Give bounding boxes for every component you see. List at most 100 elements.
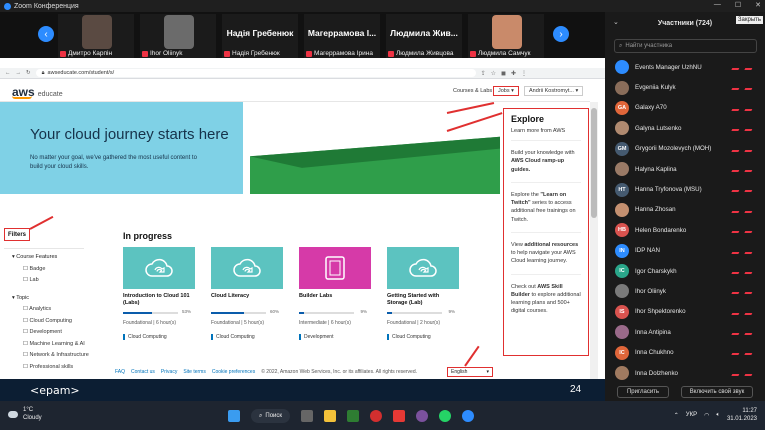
mic-muted-icon[interactable] <box>731 226 742 234</box>
mic-muted-icon[interactable] <box>731 63 742 70</box>
video-off-icon[interactable] <box>744 287 755 295</box>
participant-row[interactable]: IS Ihor Shpektorenko <box>605 302 765 322</box>
maximize-icon[interactable]: ☐ <box>735 1 741 9</box>
course-card[interactable]: Cloud Literacy 60% Foundational | 5 hour… <box>211 247 283 350</box>
participant-row[interactable]: GA Galaxy A70 <box>605 98 765 118</box>
menu-icon[interactable]: ⋮ <box>521 70 527 77</box>
filter-option[interactable]: ☐ Network & Infrastructure <box>12 352 89 364</box>
footer-link-contact[interactable]: Contact us <box>131 369 155 375</box>
weather-widget[interactable]: 1°C Cloudy <box>8 407 42 423</box>
filter-group-topic[interactable]: ▾ Topic <box>12 295 89 307</box>
video-off-icon[interactable] <box>744 124 755 132</box>
tray-chevron-icon[interactable]: ⌃ <box>674 412 679 419</box>
video-tile[interactable]: Людмила Самчук <box>468 14 544 58</box>
video-off-icon[interactable] <box>744 226 755 234</box>
video-tile[interactable]: Дмитро Карпін <box>58 14 134 58</box>
mic-muted-icon[interactable] <box>731 287 742 295</box>
filter-option[interactable]: ☐ Professional skills <box>12 364 89 376</box>
footer-link-site-terms[interactable]: Site terms <box>183 369 206 375</box>
taskbar-search[interactable]: ⌕ Поиск <box>251 409 291 423</box>
mic-muted-icon[interactable] <box>731 205 742 213</box>
participant-row[interactable]: Inna Dolzhenko <box>605 363 765 383</box>
filter-option[interactable]: ☐ Badge <box>12 266 89 278</box>
video-tile[interactable]: Людмила Жив... Людмила Живцова <box>386 14 462 58</box>
mic-muted-icon[interactable] <box>731 83 742 91</box>
windows-start-icon[interactable] <box>228 410 240 422</box>
keyboard-language[interactable]: УКР <box>686 412 697 418</box>
video-off-icon[interactable] <box>744 307 755 315</box>
participant-row[interactable]: HT Hanna Tryfonova (MSU) <box>605 179 765 199</box>
whatsapp-icon[interactable] <box>439 410 452 422</box>
participant-search-input[interactable]: ⌕ Найти участника <box>614 39 757 53</box>
zoom-icon[interactable] <box>462 410 475 422</box>
user-menu-dropdown[interactable]: Andrii Kostromyt... ▾ <box>524 86 584 96</box>
mic-muted-icon[interactable] <box>731 328 742 336</box>
panel-close-button[interactable]: Закрыть <box>735 16 763 24</box>
mic-muted-icon[interactable] <box>731 348 742 356</box>
video-off-icon[interactable] <box>744 266 755 274</box>
participant-row[interactable]: HB Helen Bondarenko <box>605 220 765 240</box>
course-card[interactable]: Getting Started with Storage (Lab) 9% Fo… <box>387 247 459 350</box>
video-tile[interactable]: Надія Гребенюк Надія Гребенюк <box>222 14 298 58</box>
participant-row[interactable]: GM Grygorii Mozolevych (MOH) <box>605 139 765 159</box>
address-bar[interactable]: 🔒︎ awseducate.com/student/s/ <box>35 69 476 77</box>
invite-button[interactable]: Пригласить <box>617 386 669 398</box>
participant-row[interactable]: IC Igor Charskykh <box>605 261 765 281</box>
mic-muted-icon[interactable] <box>731 368 742 376</box>
participant-row[interactable]: IN IDP NAN <box>605 241 765 261</box>
filter-option[interactable]: ☐ Lab <box>12 277 89 289</box>
mic-muted-icon[interactable] <box>731 246 742 254</box>
close-window-icon[interactable]: ✕ <box>755 1 761 9</box>
opera-icon[interactable] <box>370 410 383 422</box>
course-card[interactable]: Builder Labs 9% Intermediate | 6 hour(s)… <box>299 247 371 350</box>
explore-item[interactable]: Explore the "Learn on Twitch" series to … <box>511 181 581 232</box>
gallery-prev-button[interactable]: ‹ <box>38 26 54 42</box>
participant-row[interactable]: Events Manager UzhNU <box>605 57 765 77</box>
footer-link-faq[interactable]: FAQ <box>115 369 125 375</box>
mic-muted-icon[interactable] <box>731 144 742 152</box>
filter-option[interactable]: ☐ Analytics <box>12 306 89 318</box>
filter-option[interactable]: ☐ Machine Learning & AI <box>12 341 89 353</box>
language-select[interactable]: English ▾ <box>447 367 493 377</box>
filter-option[interactable]: ☐ Development <box>12 329 89 341</box>
mic-muted-icon[interactable] <box>731 164 742 172</box>
video-off-icon[interactable] <box>744 83 755 91</box>
viber-icon[interactable] <box>416 410 429 422</box>
video-off-icon[interactable] <box>744 328 755 336</box>
filter-option[interactable]: ☐ Cloud Computing <box>12 318 89 330</box>
app-icon[interactable] <box>393 410 406 422</box>
participant-row[interactable]: Halyna Kaplina <box>605 159 765 179</box>
minimize-icon[interactable]: — <box>714 1 721 9</box>
file-explorer-icon[interactable] <box>324 410 337 422</box>
footer-link-privacy[interactable]: Privacy <box>161 369 177 375</box>
mic-muted-icon[interactable] <box>731 103 742 111</box>
filters-label[interactable]: Filters <box>4 228 30 241</box>
gallery-next-button[interactable]: › <box>553 26 569 42</box>
forward-icon[interactable]: → <box>16 70 22 76</box>
puzzle-icon[interactable]: ✚ <box>511 70 516 77</box>
participant-row[interactable]: Evgeniia Kulyk <box>605 77 765 97</box>
video-tile[interactable]: Ihor Oliinyk <box>140 14 216 58</box>
video-off-icon[interactable] <box>744 246 755 254</box>
clock[interactable]: 11:27 31.01.2023 <box>727 407 757 424</box>
video-off-icon[interactable] <box>744 103 755 111</box>
video-off-icon[interactable] <box>744 63 755 70</box>
course-card[interactable]: Introduction to Cloud 101 (Labs) 53% Fou… <box>123 247 195 350</box>
volume-icon[interactable]: 🔈︎ <box>716 412 720 419</box>
explore-item[interactable]: View additional resources to help naviga… <box>511 231 581 274</box>
mic-muted-icon[interactable] <box>731 124 742 132</box>
page-scrollbar[interactable] <box>590 102 598 402</box>
explore-item[interactable]: Build your knowledge with AWS Cloud ramp… <box>511 140 581 182</box>
star-icon[interactable]: ☆ <box>491 70 496 77</box>
unmute-button[interactable]: Включить свой звук <box>681 386 753 398</box>
nav-courses-labs[interactable]: Courses & Labs <box>448 86 498 96</box>
video-off-icon[interactable] <box>744 348 755 356</box>
video-off-icon[interactable] <box>744 144 755 152</box>
extension-icon[interactable]: ◼ <box>501 70 506 77</box>
participant-row[interactable]: Hanna Zhosan <box>605 200 765 220</box>
video-off-icon[interactable] <box>744 205 755 213</box>
scrollbar-thumb[interactable] <box>591 108 597 218</box>
mic-muted-icon[interactable] <box>731 307 742 315</box>
wifi-icon[interactable]: ◠ <box>704 412 709 419</box>
participant-row[interactable]: Ihor Oliinyk <box>605 281 765 301</box>
